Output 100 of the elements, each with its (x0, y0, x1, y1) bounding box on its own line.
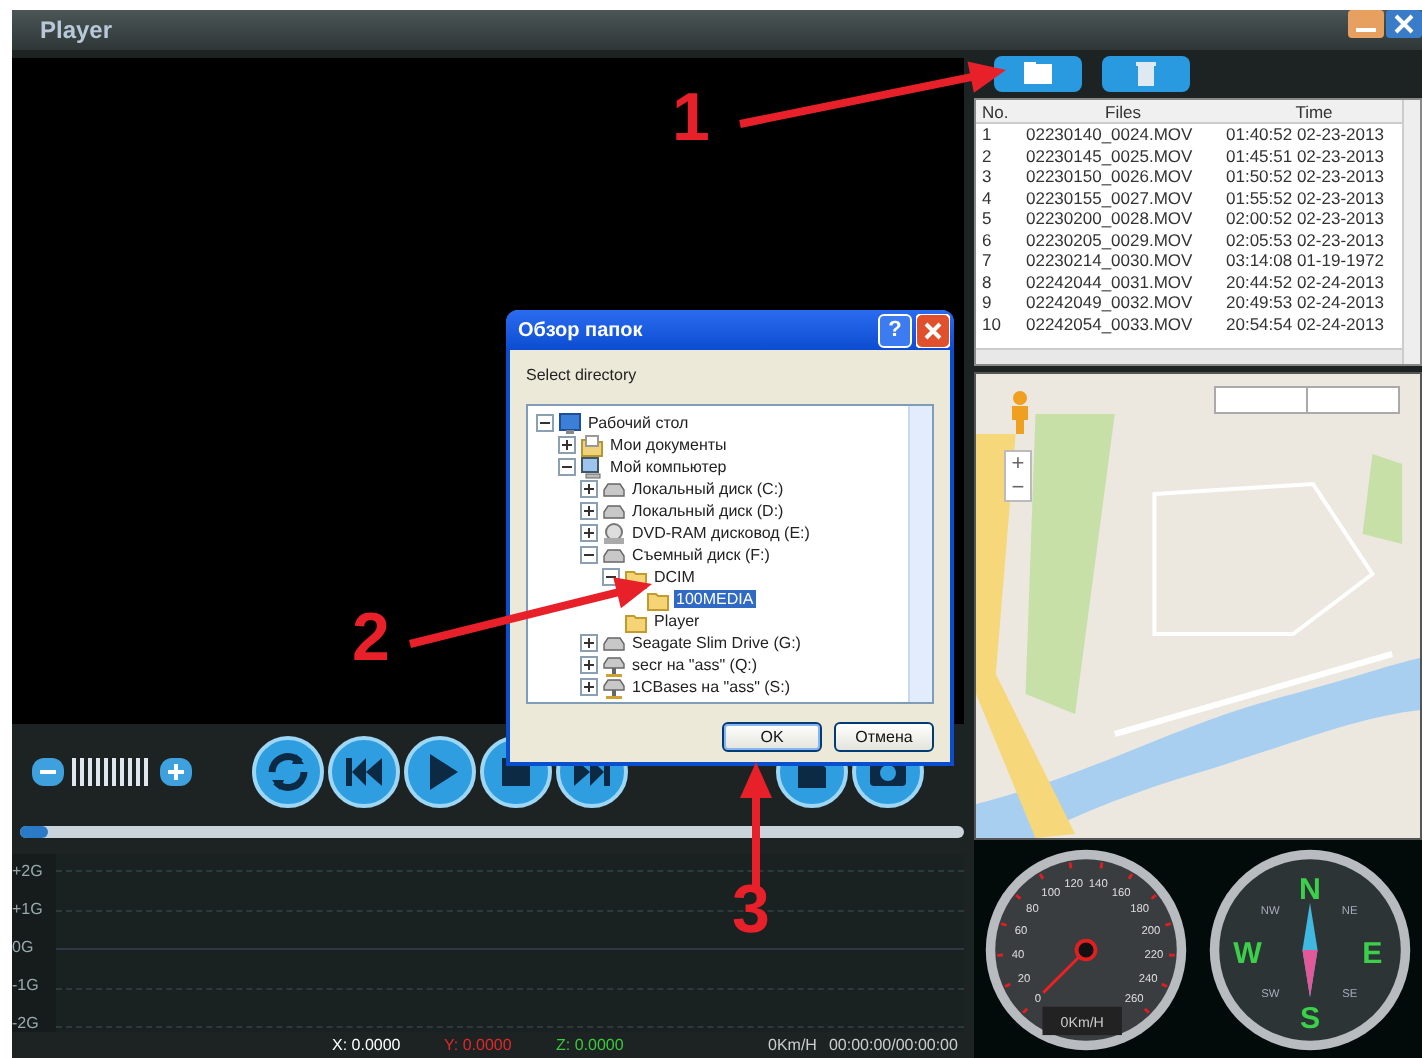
tree-item[interactable]: Мои документы (608, 436, 729, 454)
zoom-out-button[interactable]: − (1006, 476, 1030, 500)
expand-toggle[interactable] (580, 656, 598, 674)
vertical-scrollbar[interactable] (1402, 100, 1420, 364)
axis-label: +2G (12, 862, 45, 880)
network-drive-icon (602, 675, 626, 699)
collapse-toggle[interactable] (558, 458, 576, 476)
table-cell-text: 02230214_0030.MOV (1024, 250, 1195, 271)
annotation-number: 2 (352, 604, 390, 672)
vertical-scrollbar[interactable] (908, 406, 932, 702)
tree-item[interactable]: 1CBases на "ass" (S:) (630, 678, 793, 696)
ok-button[interactable]: OK (722, 722, 822, 752)
table-cell-text: 02230150_0026.MOV (1024, 166, 1195, 187)
folder-icon (646, 587, 670, 611)
table-cell-text: 02242049_0032.MOV (1024, 292, 1195, 313)
seek-bar[interactable] (20, 826, 964, 838)
table-cell-text: 02230205_0029.MOV (1024, 229, 1195, 250)
table-cell-text: 6 (980, 229, 994, 250)
table-cell-text: 9 (980, 292, 994, 313)
axis-label: +1G (12, 900, 45, 918)
table-cell-text: 20:49:53 02-24-2013 (1224, 292, 1386, 313)
dialog-prompt: Select directory (526, 366, 639, 384)
volume-slider[interactable] (72, 758, 152, 786)
collapse-toggle[interactable] (602, 568, 620, 586)
tree-item[interactable]: secr на "ass" (Q:) (630, 656, 760, 674)
expand-toggle[interactable] (580, 502, 598, 520)
time-reading: 00:00:00/00:00:00 (828, 1036, 958, 1054)
expand-toggle[interactable] (558, 436, 576, 454)
compass-direction: N (1299, 871, 1321, 906)
expand-toggle[interactable] (580, 678, 598, 696)
folder-icon (580, 433, 604, 457)
delete-button[interactable] (1102, 56, 1190, 92)
compass-direction: E (1362, 936, 1383, 971)
drive-icon (602, 477, 626, 501)
collapse-toggle[interactable] (580, 546, 598, 564)
column-header[interactable]: Time (1220, 101, 1402, 121)
cancel-button[interactable]: Отмена (834, 722, 934, 752)
table-cell-text: 03:14:08 01-19-1972 (1224, 250, 1386, 271)
table-cell-text: 01:40:52 02-23-2013 (1224, 124, 1386, 145)
table-cell-text: 02:05:53 02-23-2013 (1224, 229, 1386, 250)
network-drive-icon (602, 653, 626, 677)
help-button[interactable]: ? (878, 313, 912, 347)
refresh-button[interactable] (252, 736, 324, 808)
drive-icon (602, 499, 626, 523)
table-cell-text: 10 (980, 313, 1003, 334)
window-title: Player (40, 16, 113, 44)
tree-item[interactable]: Player (652, 612, 702, 630)
table-cell-text: 8 (980, 271, 994, 292)
dialog-title: Обзор папок (518, 319, 645, 341)
table-cell-text: 02230200_0028.MOV (1024, 208, 1195, 229)
table-cell-text: 01:55:52 02-23-2013 (1224, 187, 1386, 208)
tree-item[interactable]: Локальный диск (C:) (630, 480, 786, 498)
table-cell-text: 02242054_0033.MOV (1024, 313, 1195, 334)
table-cell-text: 01:45:51 02-23-2013 (1224, 145, 1386, 166)
drive-icon (602, 543, 626, 567)
tree-item[interactable]: Мой компьютер (608, 458, 729, 476)
tree-item[interactable]: Seagate Slim Drive (G:) (630, 634, 803, 652)
table-cell-text: 20:44:52 02-24-2013 (1224, 271, 1386, 292)
rewind-button[interactable] (328, 736, 400, 808)
expand-toggle[interactable] (580, 480, 598, 498)
expand-toggle[interactable] (580, 524, 598, 542)
collapse-toggle[interactable] (536, 414, 554, 432)
volume-up-button[interactable] (160, 758, 192, 786)
play-button[interactable] (404, 736, 476, 808)
tree-item[interactable]: DCIM (652, 568, 697, 586)
close-button[interactable] (916, 313, 950, 347)
column-header[interactable]: Files (1020, 101, 1220, 121)
disc-drive-icon (602, 521, 626, 545)
table-cell-text: 02230145_0025.MOV (1024, 145, 1195, 166)
axis-reading: Y: 0.0000 (444, 1036, 514, 1054)
tree-item[interactable]: Съемный диск (F:) (630, 546, 772, 564)
zoom-in-button[interactable]: + (1006, 452, 1030, 476)
tree-item[interactable]: Локальный диск (D:) (630, 502, 786, 520)
column-header[interactable]: No. (976, 101, 1020, 121)
table-cell-text: 4 (980, 187, 994, 208)
table-cell-text: 02:00:52 02-23-2013 (1224, 208, 1386, 229)
table-cell-text: 2 (980, 145, 994, 166)
expand-toggle[interactable] (580, 634, 598, 652)
annotation-number: 3 (732, 876, 770, 944)
compass-needle (1302, 901, 1318, 997)
computer-icon (580, 455, 604, 479)
axis-reading: Z: 0.0000 (556, 1036, 626, 1054)
table-cell-text: 02230155_0027.MOV (1024, 187, 1195, 208)
annotation-number: 1 (672, 84, 710, 152)
close-button[interactable] (1386, 10, 1422, 38)
table-cell-text: 5 (980, 208, 994, 229)
tree-item[interactable]: 100MEDIA (674, 590, 756, 608)
axis-label: -1G (12, 976, 41, 994)
axis-reading: X: 0.0000 (332, 1036, 403, 1054)
table-cell-text: 20:54:54 02-24-2013 (1224, 313, 1386, 334)
tree-item[interactable]: Рабочий стол (586, 414, 691, 432)
tree-item[interactable]: DVD-RAM дисковод (E:) (630, 524, 812, 542)
axis-label: 0G (12, 938, 36, 956)
table-cell-text: 3 (980, 166, 994, 187)
open-folder-button[interactable] (994, 56, 1082, 92)
table-cell-text: 1 (980, 124, 994, 145)
volume-down-button[interactable] (32, 758, 64, 786)
horizontal-scrollbar[interactable] (976, 348, 1402, 364)
compass-direction: W (1233, 936, 1262, 971)
axis-label: -2G (12, 1014, 41, 1032)
